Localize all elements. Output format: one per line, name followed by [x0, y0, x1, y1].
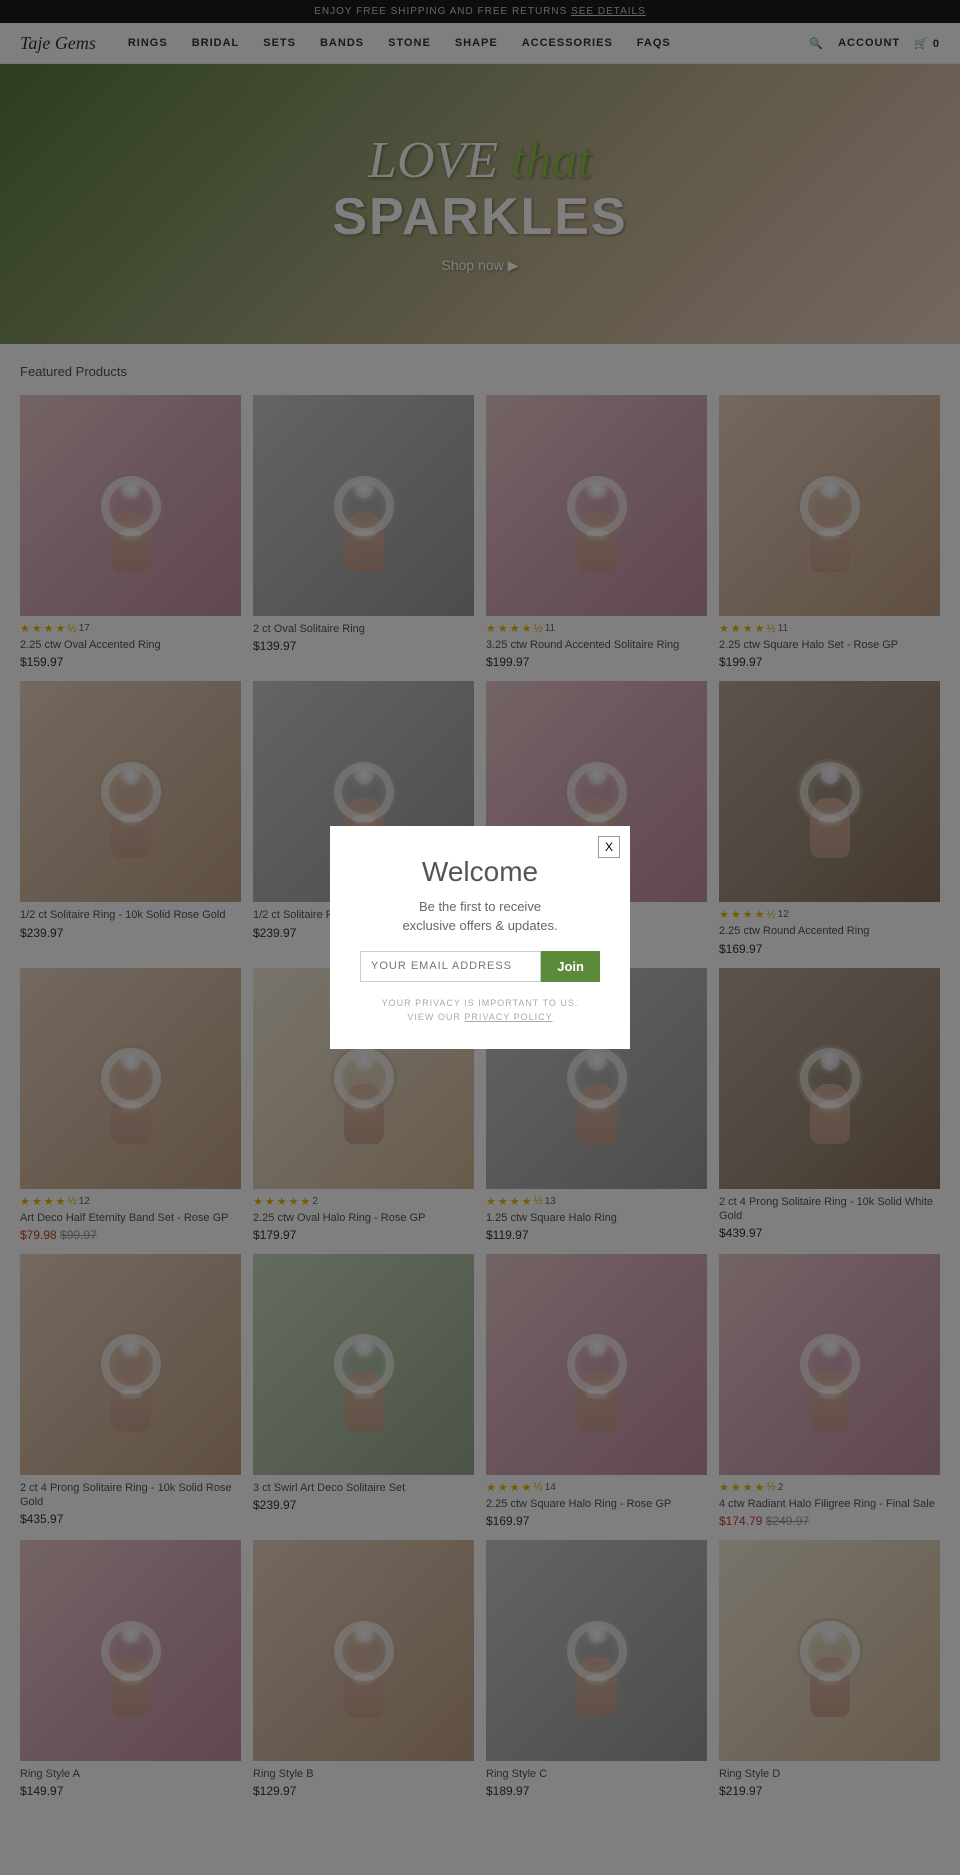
modal-title: Welcome [360, 856, 600, 888]
modal-form: Join [360, 951, 600, 982]
modal-privacy: YOUR PRIVACY IS IMPORTANT TO US. VIEW OU… [360, 996, 600, 1025]
welcome-modal: X Welcome Be the first to receiveexclusi… [330, 826, 630, 1048]
modal-subtitle: Be the first to receiveexclusive offers … [360, 898, 600, 934]
join-button[interactable]: Join [541, 951, 600, 982]
privacy-text: YOUR PRIVACY IS IMPORTANT TO US. [382, 998, 579, 1008]
modal-overlay[interactable]: X Welcome Be the first to receiveexclusi… [0, 0, 960, 1875]
privacy-link[interactable]: PRIVACY POLICY [464, 1012, 552, 1022]
email-input[interactable] [360, 951, 541, 982]
modal-close-button[interactable]: X [598, 836, 620, 858]
